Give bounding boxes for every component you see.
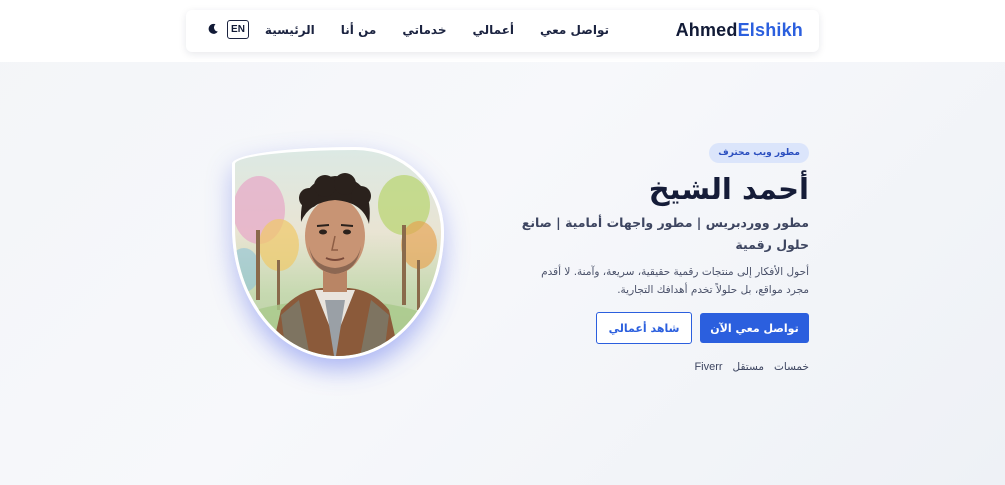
- nav-item-contact[interactable]: تواصل معي: [540, 23, 609, 37]
- hero-description: أحول الأفكار إلى منتجات رقمية حقيقية، سر…: [541, 266, 809, 296]
- hero-name: أحمد الشيخ: [648, 172, 809, 206]
- language-toggle-button[interactable]: EN: [227, 20, 249, 39]
- nav-item-about[interactable]: من أنا: [341, 23, 377, 37]
- platform-links: خمسات مستقل Fiverr: [694, 361, 809, 373]
- profession-badge: مطور ويب محترف: [709, 143, 809, 163]
- nav-item-services[interactable]: خدماتي: [402, 23, 446, 37]
- platform-link-khamsat[interactable]: خمسات: [774, 361, 809, 373]
- brand-logo[interactable]: Ahmed Elshikh: [676, 20, 803, 41]
- brand-last-name: Elshikh: [737, 20, 803, 40]
- contact-now-button[interactable]: تواصل معي الآن: [700, 313, 809, 343]
- profile-portrait: [232, 147, 450, 373]
- platform-link-fiverr[interactable]: Fiverr: [694, 361, 722, 373]
- nav-item-home[interactable]: الرئيسية: [265, 23, 315, 37]
- nav-links: الرئيسية من أنا خدماتي أعمالي تواصل معي: [265, 23, 609, 37]
- brand-first-name: Ahmed: [675, 20, 738, 40]
- nav-item-portfolio[interactable]: أعمالي: [473, 23, 515, 37]
- platform-link-mostaql[interactable]: مستقل: [733, 361, 764, 373]
- navbar: Ahmed Elshikh الرئيسية من أنا خدماتي أعما…: [186, 10, 819, 52]
- view-portfolio-button[interactable]: شاهد أعمالي: [596, 312, 692, 344]
- moon-icon[interactable]: [207, 23, 219, 35]
- hero-role: مطور ووردبريس | مطور واجهات أمامية | صان…: [521, 215, 809, 252]
